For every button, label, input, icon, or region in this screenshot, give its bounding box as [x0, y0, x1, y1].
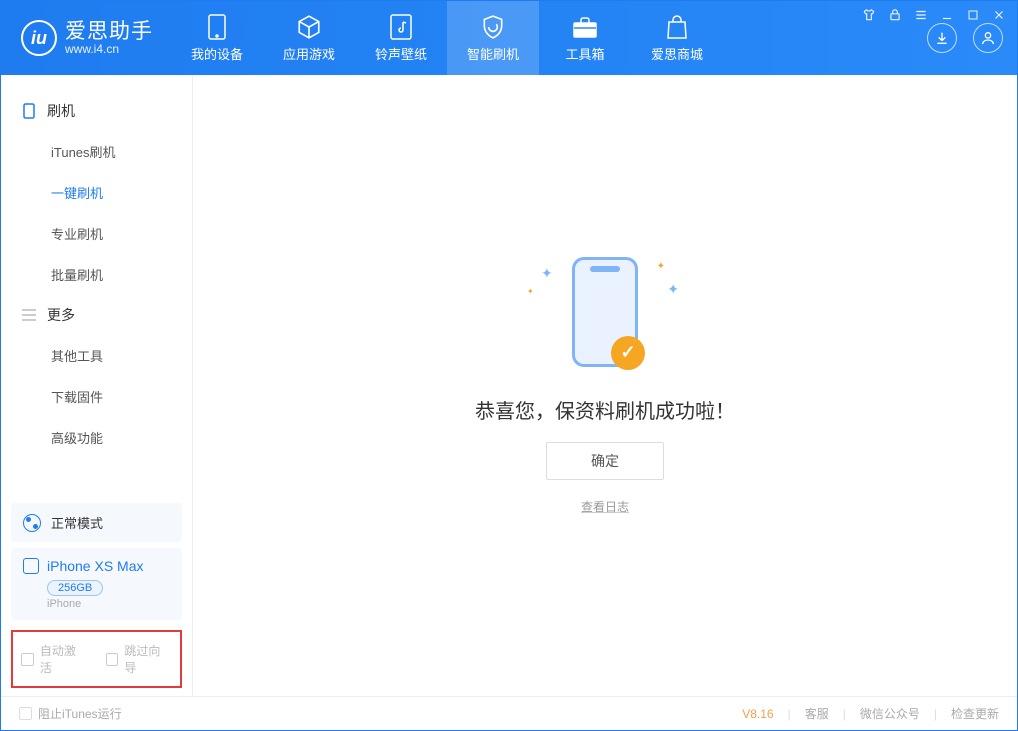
sidebar-item-itunes-flash[interactable]: iTunes刷机 [1, 131, 192, 172]
checkbox-icon [21, 653, 34, 666]
minimize-icon[interactable] [939, 7, 955, 23]
group-title-label: 更多 [47, 305, 75, 325]
tab-label: 应用游戏 [283, 44, 335, 63]
tab-toolbox[interactable]: 工具箱 [539, 1, 631, 75]
view-log-link[interactable]: 查看日志 [581, 498, 629, 515]
options-row: 自动激活 跳过向导 [11, 630, 182, 688]
sidebar-item-batch-flash[interactable]: 批量刷机 [1, 254, 192, 295]
maximize-icon[interactable] [965, 7, 981, 23]
tab-label: 爱思商城 [651, 44, 703, 63]
sparkle-icon: ✦ [667, 281, 679, 298]
app-url: www.i4.cn [65, 43, 153, 56]
app-window: iu 爱思助手 www.i4.cn 我的设备 应用游戏 铃声壁纸 智能刷机 [0, 0, 1018, 731]
footer-link-wechat[interactable]: 微信公众号 [860, 705, 920, 722]
device-type: iPhone [47, 598, 170, 610]
checkbox-label: 自动激活 [40, 642, 88, 676]
list-icon [21, 307, 37, 323]
window-controls [861, 7, 1007, 23]
tab-smart-flash[interactable]: 智能刷机 [447, 1, 539, 75]
device-name: iPhone XS Max [47, 558, 144, 574]
tab-store[interactable]: 爱思商城 [631, 1, 723, 75]
app-name: 爱思助手 [65, 20, 153, 43]
music-file-icon [388, 14, 414, 40]
user-button[interactable] [973, 23, 1003, 53]
phone-icon [21, 103, 37, 119]
bag-icon [664, 14, 690, 40]
tab-label: 工具箱 [565, 44, 604, 63]
tshirt-icon[interactable] [861, 7, 877, 23]
sparkle-icon: ✦ [657, 261, 665, 272]
checkbox-icon [106, 653, 119, 666]
checkbox-label: 阻止iTunes运行 [38, 705, 122, 722]
main-tabs: 我的设备 应用游戏 铃声壁纸 智能刷机 工具箱 爱思商城 [171, 1, 723, 75]
sidebar-group-flash: 刷机 [1, 91, 192, 131]
tab-label: 我的设备 [191, 44, 243, 63]
sidebar-group-more: 更多 [1, 295, 192, 335]
cube-icon [296, 14, 322, 40]
checkbox-auto-activate[interactable]: 自动激活 [21, 642, 88, 676]
footer-link-support[interactable]: 客服 [805, 705, 829, 722]
sidebar-item-download-firmware[interactable]: 下载固件 [1, 376, 192, 417]
tab-label: 铃声壁纸 [375, 44, 427, 63]
footer-link-update[interactable]: 检查更新 [951, 705, 999, 722]
logo[interactable]: iu 爱思助手 www.i4.cn [1, 1, 171, 75]
sparkle-icon: ✦ [541, 265, 553, 282]
version-label: V8.16 [742, 707, 773, 721]
toolbox-icon [572, 14, 598, 40]
sparkle-icon: ✦ [527, 287, 534, 296]
ok-button[interactable]: 确定 [546, 442, 664, 480]
lock-icon[interactable] [887, 7, 903, 23]
main-content: ✦ ✦ ✦ ✦ ✓ 恭喜您，保资料刷机成功啦！ 确定 查看日志 [193, 75, 1017, 696]
tab-apps-games[interactable]: 应用游戏 [263, 1, 355, 75]
sidebar-item-advanced[interactable]: 高级功能 [1, 417, 192, 458]
mode-label: 正常模式 [51, 513, 103, 532]
footer: 阻止iTunes运行 V8.16 | 客服 | 微信公众号 | 检查更新 [1, 696, 1017, 730]
sidebar-item-pro-flash[interactable]: 专业刷机 [1, 213, 192, 254]
group-title-label: 刷机 [47, 101, 75, 121]
mode-bar[interactable]: 正常模式 [11, 503, 182, 542]
tab-my-device[interactable]: 我的设备 [171, 1, 263, 75]
device-capacity: 256GB [47, 580, 103, 596]
checkbox-block-itunes[interactable]: 阻止iTunes运行 [19, 705, 122, 722]
phone-icon: ✓ [572, 257, 638, 367]
shield-refresh-icon [480, 14, 506, 40]
device-icon [204, 14, 230, 40]
check-badge-icon: ✓ [611, 336, 645, 370]
body: 刷机 iTunes刷机 一键刷机 专业刷机 批量刷机 更多 其他工具 下载固件 … [1, 75, 1017, 696]
device-card[interactable]: iPhone XS Max 256GB iPhone [11, 548, 182, 620]
close-icon[interactable] [991, 7, 1007, 23]
mode-icon [23, 514, 41, 532]
sidebar-item-other-tools[interactable]: 其他工具 [1, 335, 192, 376]
checkbox-icon [19, 707, 32, 720]
device-icon [23, 558, 39, 574]
menu-icon[interactable] [913, 7, 929, 23]
tab-ringtone-wallpaper[interactable]: 铃声壁纸 [355, 1, 447, 75]
checkbox-label: 跳过向导 [124, 642, 172, 676]
tab-label: 智能刷机 [467, 44, 519, 63]
download-button[interactable] [927, 23, 957, 53]
logo-icon: iu [21, 20, 57, 56]
success-illustration: ✦ ✦ ✦ ✦ ✓ [545, 257, 665, 377]
sidebar-item-oneclick-flash[interactable]: 一键刷机 [1, 172, 192, 213]
success-message: 恭喜您，保资料刷机成功啦！ [475, 395, 735, 424]
sidebar: 刷机 iTunes刷机 一键刷机 专业刷机 批量刷机 更多 其他工具 下载固件 … [1, 75, 193, 696]
checkbox-skip-guide[interactable]: 跳过向导 [106, 642, 173, 676]
